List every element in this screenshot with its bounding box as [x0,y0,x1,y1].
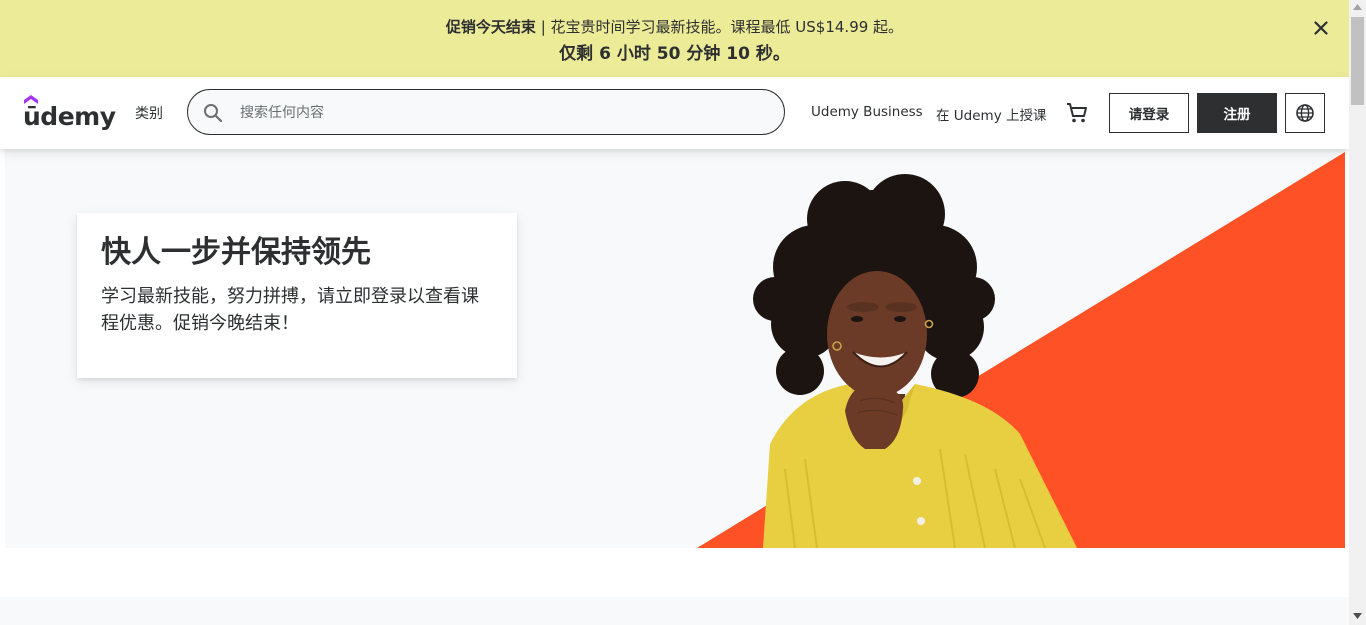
teach-on-udemy-link[interactable]: 在 Udemy 上授课 [936,104,1046,124]
hero-title: 快人一步并保持领先 [101,235,371,270]
promo-banner: 促销今天结束 | 花宝贵时间学习最新技能。课程最低 US$14.99 起。 仅剩… [0,0,1349,77]
search-input[interactable] [238,100,762,126]
globe-icon [1296,104,1314,122]
promo-headline-bold: 促销今天结束 [445,18,536,36]
promo-countdown: 仅剩 6 小时 50 分钟 10 秒。 [559,44,790,64]
login-button[interactable]: 请登录 [1109,93,1189,133]
page-viewport: 促销今天结束 | 花宝贵时间学习最新技能。课程最低 US$14.99 起。 仅剩… [0,0,1349,625]
logo-text: ūdemy [23,102,116,131]
scrollbar-thumb[interactable] [1351,17,1364,105]
udemy-logo[interactable]: ūdemy [23,95,116,131]
categories-menu[interactable]: 类别 [135,103,163,123]
language-button[interactable] [1285,93,1325,133]
search-icon[interactable] [203,103,223,123]
scroll-down-arrow-icon[interactable] [1353,613,1362,619]
hero-card: 快人一步并保持领先 学习最新技能，努力拼搏，请立即登录以查看课程优惠。促销今晚结… [77,213,517,378]
page-scrollbar[interactable] [1349,0,1366,625]
close-icon [1314,21,1328,35]
next-section [0,597,1349,625]
search-bar [187,89,785,135]
signup-button[interactable]: 注册 [1197,93,1277,133]
promo-headline-text: | 花宝贵时间学习最新技能。课程最低 US$14.99 起。 [535,18,904,36]
hero-subtitle: 学习最新技能，努力拼搏，请立即登录以查看课程优惠。促销今晚结束！ [101,286,479,334]
hero-banner: 快人一步并保持领先 学习最新技能，努力拼搏，请立即登录以查看课程优惠。促销今晚结… [5,149,1345,548]
promo-headline: 促销今天结束 | 花宝贵时间学习最新技能。课程最低 US$14.99 起。 [0,16,1349,37]
cart-button[interactable] [1065,101,1089,129]
scroll-up-arrow-icon[interactable] [1353,4,1362,10]
site-header: ūdemy 类别 Udemy Business 在 Udemy 上授课 请登录 … [0,77,1349,149]
udemy-business-link[interactable]: Udemy Business [811,104,923,120]
promo-close-button[interactable] [1305,14,1337,42]
cart-icon [1067,103,1087,123]
